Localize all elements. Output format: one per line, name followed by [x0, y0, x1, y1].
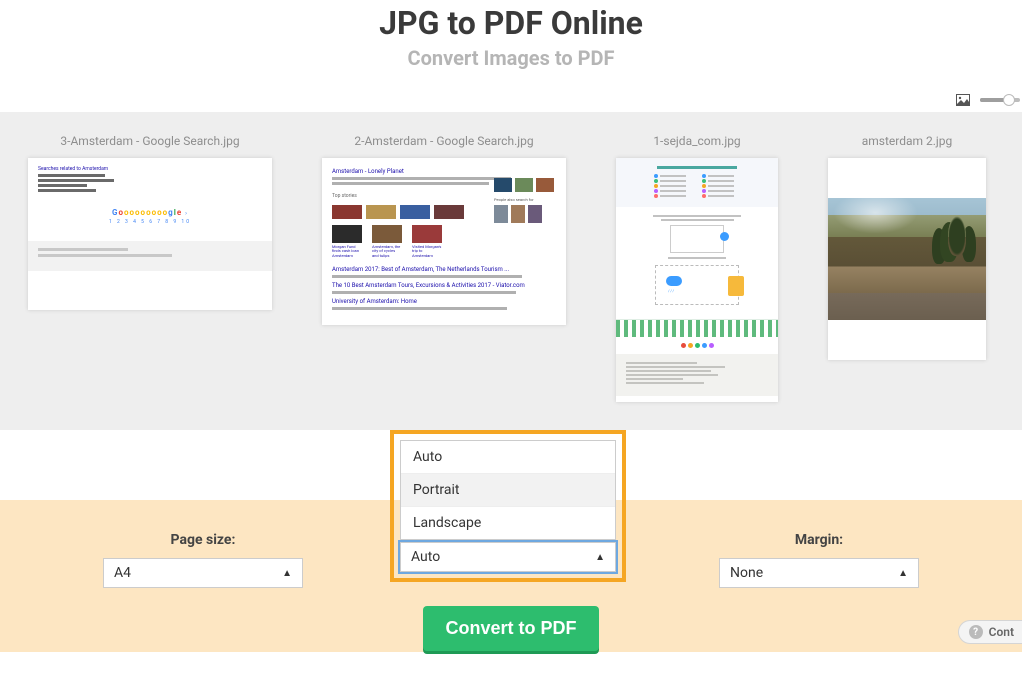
caret-up-icon: ▲	[282, 568, 292, 579]
margin-value: None	[730, 565, 763, 581]
thumbnail-gallery: 3-Amsterdam - Google Search.jpg Searches…	[0, 112, 1022, 430]
thumbnail-item[interactable]: 1-sejda_com.jpg	[616, 134, 778, 402]
orientation-option-portrait[interactable]: Portrait	[401, 473, 615, 506]
thumbnail-image: Amsterdam - Lonely Planet Top stories Mo…	[322, 158, 566, 325]
thumbnail-item[interactable]: amsterdam 2.jpg	[828, 134, 986, 360]
page-size-option: Page size: A4 ▲	[103, 532, 303, 588]
page-header: JPG to PDF Online Convert Images to PDF	[0, 0, 1022, 76]
caret-up-icon: ▲	[595, 552, 605, 563]
orientation-option-landscape[interactable]: Landscape	[401, 506, 615, 539]
page-title: JPG to PDF Online	[0, 4, 1022, 42]
caret-up-icon: ▲	[898, 568, 908, 579]
orientation-value: Auto	[411, 549, 440, 565]
margin-dropdown[interactable]: None ▲	[719, 558, 919, 588]
thumbnail-item[interactable]: 3-Amsterdam - Google Search.jpg Searches…	[28, 134, 272, 310]
margin-option: Margin: None ▲	[719, 532, 919, 588]
thumbnail-label: amsterdam 2.jpg	[862, 134, 953, 148]
orientation-menu: Auto Portrait Landscape	[400, 440, 616, 540]
thumbnail-label: 2-Amsterdam - Google Search.jpg	[354, 134, 533, 148]
orientation-option-auto[interactable]: Auto	[401, 441, 615, 473]
zoom-slider[interactable]	[980, 95, 1020, 105]
zoom-image-icon	[956, 94, 970, 106]
page-subtitle: Convert Images to PDF	[0, 46, 1022, 70]
page-size-label: Page size:	[103, 532, 303, 548]
convert-button[interactable]: Convert to PDF	[423, 606, 598, 651]
orientation-dropdown[interactable]: Auto ▲	[400, 542, 616, 572]
options-panel: Auto Portrait Landscape Auto ▲ Page size…	[0, 430, 1022, 652]
zoom-controls	[0, 76, 1022, 112]
thumbnail-item[interactable]: 2-Amsterdam - Google Search.jpg Amsterda…	[322, 134, 566, 325]
page-size-value: A4	[114, 565, 131, 581]
page-size-dropdown[interactable]: A4 ▲	[103, 558, 303, 588]
thumbnail-image: ///	[616, 158, 778, 402]
orientation-highlight: Auto Portrait Landscape Auto ▲	[390, 430, 626, 582]
thumbnail-label: 3-Amsterdam - Google Search.jpg	[60, 134, 239, 148]
thumbnail-image: Searches related to Amsterdam Gooooooooo…	[28, 158, 272, 310]
margin-label: Margin:	[719, 532, 919, 548]
thumbnail-label: 1-sejda_com.jpg	[653, 134, 740, 148]
zoom-knob[interactable]	[1003, 94, 1015, 106]
thumbnail-image	[828, 158, 986, 360]
